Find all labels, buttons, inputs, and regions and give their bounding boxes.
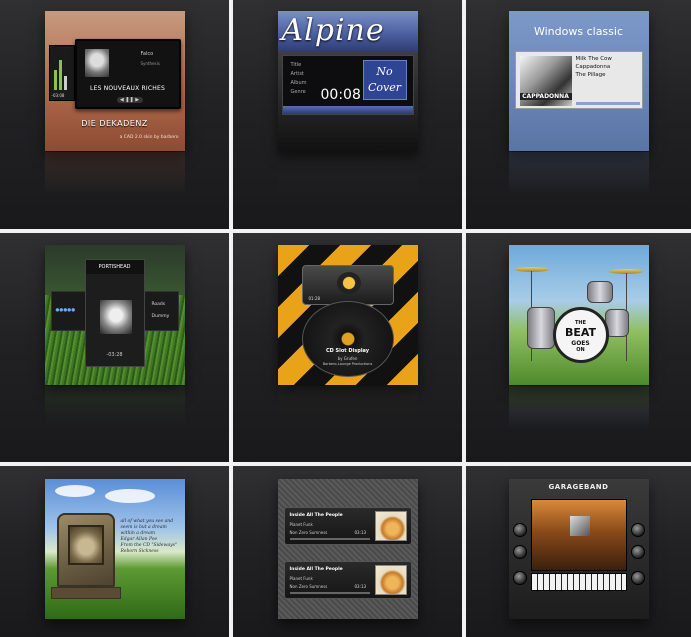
- monitor-panel: Falco Synthesis LES NOUVEAUX RICHES ◀ ❚❚…: [74, 39, 181, 109]
- skin-title: DIE DEKADENZ: [81, 119, 148, 128]
- album-art: [374, 565, 407, 595]
- skin-subtitle: a CAD 2.0 skin by barbero: [119, 135, 179, 140]
- right-wing: Roads Dummy: [142, 291, 179, 331]
- quote-text: all of what you see and seem is but a dr…: [120, 519, 178, 554]
- album-art: [99, 300, 132, 334]
- player-card: Inside All The People Planet Funk Non Ze…: [283, 507, 412, 545]
- remaining-time: -03:28: [106, 352, 123, 358]
- floor-tom: [526, 307, 555, 349]
- cd-disc: CD Slot Display by Grufen Barbero-Lounge…: [301, 301, 394, 377]
- skin-thumbnail-garageband[interactable]: GARAGEBAND: [508, 479, 649, 619]
- gallery-cell-6[interactable]: THE BEAT GOES ON: [466, 233, 691, 462]
- track-title: Milk The Cow: [575, 56, 612, 62]
- track-artist: Cappadonna: [575, 64, 611, 70]
- tombstone-base: [50, 587, 121, 599]
- cd-by-2: Barbero-Lounge Productions: [322, 362, 373, 366]
- reflection: [277, 152, 418, 196]
- gallery-cell-7[interactable]: all of what you see and seem is but a dr…: [0, 466, 229, 637]
- label-title: Title: [290, 62, 302, 68]
- playback-controls[interactable]: ◀ ❚❚ ▶: [116, 97, 143, 103]
- label-genre: Genre: [290, 89, 306, 95]
- left-wing: ●●●●●: [50, 291, 87, 331]
- progress-bar[interactable]: [289, 538, 370, 540]
- band-name: PORTISHEAD: [85, 260, 144, 274]
- reflection: [277, 386, 418, 430]
- reflection: [44, 152, 185, 196]
- player-card: Inside All The People Planet Funk Non Ze…: [283, 561, 412, 599]
- cover-line-1: No: [376, 65, 393, 78]
- cd-label: CD Slot Display: [325, 348, 370, 354]
- progress-bar[interactable]: [575, 102, 640, 105]
- small-time: 01:28: [308, 296, 321, 301]
- knob[interactable]: [630, 523, 645, 537]
- skin-thumbnail-portishead[interactable]: ●●●●● Roads Dummy PORTISHEAD -03:28: [44, 245, 185, 385]
- rating-dots: ●●●●●: [55, 308, 76, 313]
- art-text: CAPPADONNA: [519, 93, 572, 100]
- player-window: CAPPADONNA Milk The Cow Cappadonna The P…: [514, 51, 643, 109]
- piano-keys: [530, 573, 627, 591]
- tom-drum: [586, 281, 613, 303]
- kick-drum: THE BEAT GOES ON: [552, 307, 609, 363]
- volume-meter: -03:08: [48, 45, 75, 101]
- tombstone: [56, 513, 115, 587]
- header-band: Alpine: [277, 11, 418, 51]
- skin-thumbnail-tombstone[interactable]: all of what you see and seem is but a dr…: [44, 479, 185, 619]
- cover-line-2: Cover: [367, 81, 402, 94]
- skin-thumbnail-alpine[interactable]: Alpine Title Artist Album Genre No Cover…: [277, 11, 418, 151]
- album-art: [569, 516, 590, 536]
- center-panel: PORTISHEAD -03:28: [84, 259, 145, 367]
- sub-text: Synthesis: [140, 61, 160, 66]
- cover-box: No Cover: [362, 60, 407, 100]
- progress-bar[interactable]: [289, 592, 370, 594]
- track-roads: Roads: [151, 302, 166, 307]
- reflection: [44, 386, 185, 430]
- side-time: -03:08: [51, 93, 65, 98]
- skin-thumbnail-die-dekadenz[interactable]: -03:08 Falco Synthesis LES NOUVEAUX RICH…: [44, 11, 185, 151]
- stage-panel: [530, 499, 627, 571]
- skin-thumbnail-windows-classic[interactable]: Windows classic CAPPADONNA Milk The Cow …: [508, 11, 649, 151]
- alpine-wordmark: Alpine: [281, 13, 385, 48]
- gallery-cell-5[interactable]: 01:28 CD Slot Display by Grufen Barbero-…: [233, 233, 462, 462]
- artist-text: Falco: [140, 51, 154, 57]
- skin-thumbnail-beat-goes-on[interactable]: THE BEAT GOES ON: [508, 245, 649, 385]
- knob[interactable]: [512, 523, 527, 537]
- label-artist: Artist: [290, 71, 304, 77]
- gallery-cell-4[interactable]: ●●●●● Roads Dummy PORTISHEAD -03:28: [0, 233, 229, 462]
- skin-gallery: -03:08 Falco Synthesis LES NOUVEAUX RICH…: [0, 0, 691, 637]
- album-art: [84, 49, 109, 77]
- elapsed-time: 00:08: [320, 87, 361, 103]
- transport-bar[interactable]: [282, 106, 413, 114]
- gallery-cell-1[interactable]: -03:08 Falco Synthesis LES NOUVEAUX RICH…: [0, 0, 229, 229]
- skin-title: GARAGEBAND: [548, 483, 609, 491]
- knob[interactable]: [630, 545, 645, 559]
- player-panel: Title Artist Album Genre No Cover 00:08: [281, 55, 414, 115]
- device-panel: 01:28: [301, 265, 394, 305]
- gallery-cell-2[interactable]: Alpine Title Artist Album Genre No Cover…: [233, 0, 462, 229]
- label-album: Album: [290, 80, 307, 86]
- skin-thumbnail-inside-all-the-people[interactable]: Inside All The People Planet Funk Non Ze…: [277, 479, 418, 619]
- skin-header: Windows classic: [533, 25, 623, 38]
- reflection: [508, 386, 649, 430]
- knob[interactable]: [630, 571, 645, 585]
- tombstone-picture: [67, 525, 104, 565]
- gallery-cell-8[interactable]: Inside All The People Planet Funk Non Ze…: [233, 466, 462, 637]
- album-art: [374, 511, 407, 541]
- reflection: [508, 152, 649, 196]
- album-title: LES NOUVEAUX RICHES: [90, 85, 165, 92]
- knob[interactable]: [512, 545, 527, 559]
- skin-thumbnail-cd-slot-display[interactable]: 01:28 CD Slot Display by Grufen Barbero-…: [277, 245, 418, 385]
- knob[interactable]: [512, 571, 527, 585]
- cd-by: by Grufen: [337, 356, 358, 361]
- cymbal-left: [514, 267, 549, 272]
- gallery-cell-3[interactable]: Windows classic CAPPADONNA Milk The Cow …: [466, 0, 691, 229]
- album-dummy: Dummy: [151, 314, 170, 319]
- headphones-icon: [336, 272, 361, 294]
- album-art: CAPPADONNA: [519, 56, 572, 106]
- track-album: The Pillage: [575, 72, 606, 78]
- gallery-cell-9[interactable]: GARAGEBAND: [466, 466, 691, 637]
